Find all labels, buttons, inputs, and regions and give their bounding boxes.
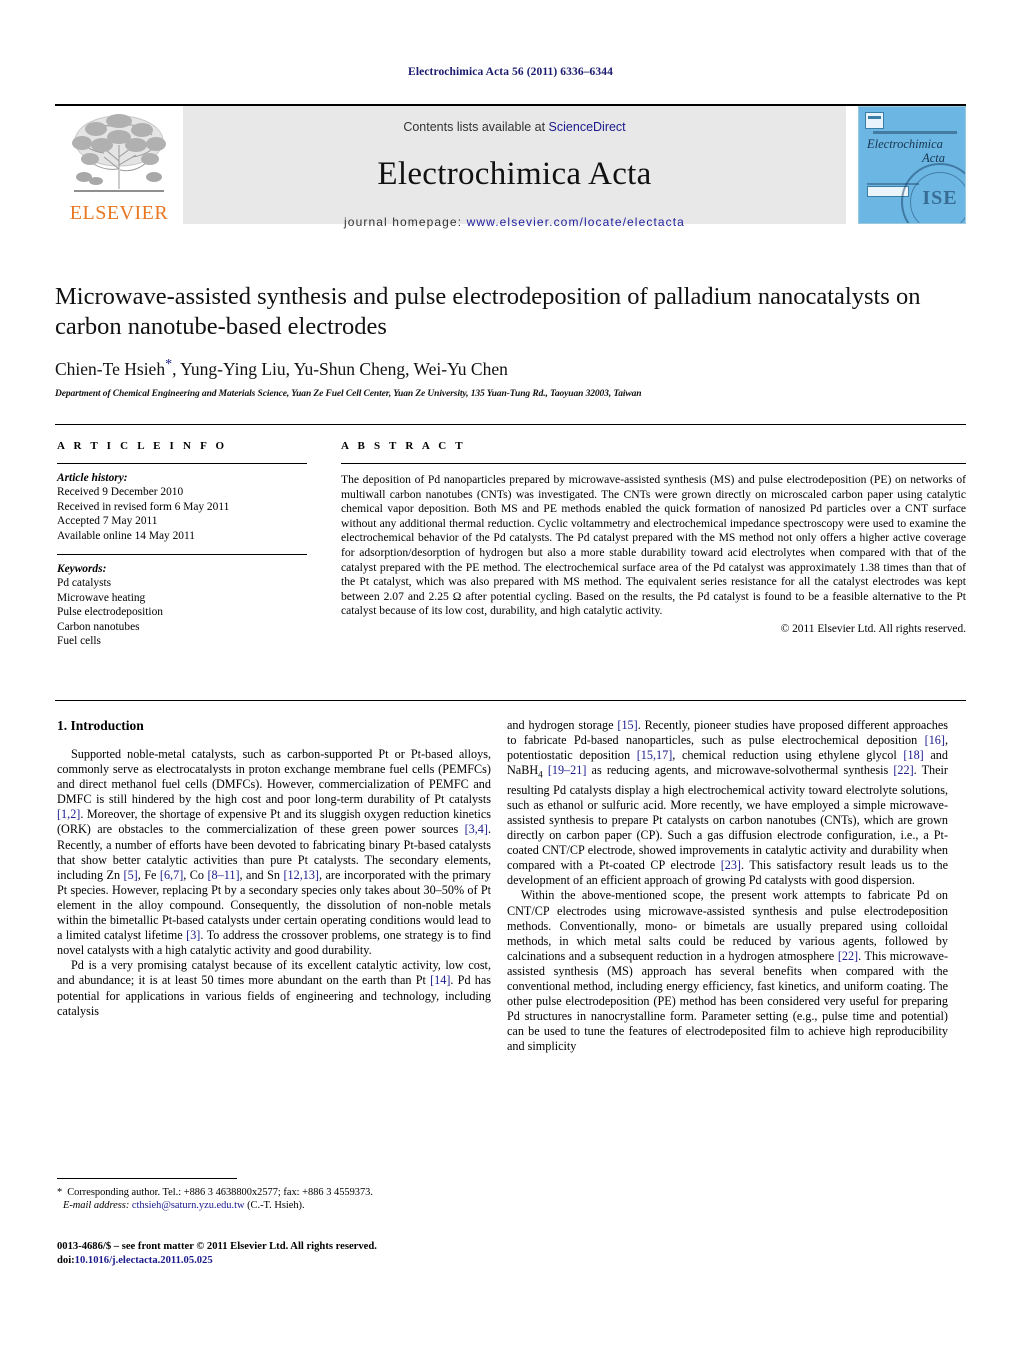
citation-ref[interactable]: [6,7] [160, 868, 183, 882]
elsevier-wordmark: ELSEVIER [69, 203, 169, 223]
article-info-column: A R T I C L E I N F O Article history: R… [57, 440, 307, 648]
journal-homepage-link[interactable]: www.elsevier.com/locate/electacta [467, 215, 685, 229]
abstract-copyright: © 2011 Elsevier Ltd. All rights reserved… [780, 622, 966, 635]
citation-ref[interactable]: [16] [925, 733, 945, 747]
citation-ref[interactable]: [15] [617, 718, 637, 732]
article-history-label: Article history: [57, 472, 128, 484]
keyword-item: Pd catalysts [57, 577, 112, 590]
sciencedirect-link[interactable]: ScienceDirect [549, 120, 626, 134]
body-top-rule [55, 700, 966, 701]
article-info-heading: A R T I C L E I N F O [57, 440, 228, 452]
keywords-label: Keywords: [57, 563, 107, 576]
journal-title: Electrochimica Acta [377, 156, 652, 192]
title-block: Microwave-assisted synthesis and pulse e… [55, 282, 955, 399]
cover-title-line1: Electrochimica [867, 137, 943, 151]
section-title-introduction: 1. Introduction [57, 718, 144, 733]
keyword-item: Fuel cells [57, 635, 101, 648]
author-corresponding: Chien-Te Hsieh [55, 358, 166, 379]
footnote-block: * Corresponding author. Tel.: +886 3 4638… [57, 1186, 497, 1212]
keywords-rule [57, 554, 307, 556]
affiliation: Department of Chemical Engineering and M… [55, 388, 642, 399]
doi-label: doi: [57, 1254, 75, 1266]
doi-line: doi:10.1016/j.electacta.2011.05.025 [57, 1254, 497, 1268]
citation-ref[interactable]: [22] [838, 949, 858, 963]
article-info-rule [57, 463, 307, 464]
abstract-rule [341, 463, 966, 464]
keyword-item: Pulse electrodeposition [57, 606, 163, 619]
cover-title: Electrochimica Acta [867, 137, 959, 165]
info-section-top-rule [55, 424, 966, 425]
journal-masthead: ELSEVIER Contents lists available at Sci… [55, 104, 966, 229]
email-note: E-mail address: cthsieh@saturn.yzu.edu.t… [57, 1199, 497, 1212]
contents-list-line: Contents lists available at ScienceDirec… [183, 120, 846, 134]
masthead-center: Contents lists available at ScienceDirec… [183, 106, 846, 229]
citation-ref[interactable]: [3] [186, 928, 200, 942]
cover-subtitle-line [873, 131, 957, 134]
citation-ref[interactable]: [19–21] [548, 763, 587, 777]
email-link[interactable]: cthsieh@saturn.yzu.edu.tw [132, 1200, 245, 1211]
doi-link[interactable]: 10.1016/j.electacta.2011.05.025 [75, 1255, 213, 1266]
author-list-rest: , Yung-Ying Liu, Yu-Shun Cheng, Wei-Yu C… [172, 358, 508, 379]
email-owner: (C.-T. Hsieh). [247, 1200, 305, 1211]
keywords-group: Keywords: Pd catalysts Microwave heating… [57, 562, 307, 648]
citation-ref[interactable]: [1,2] [57, 807, 80, 821]
citation-ref[interactable]: [3,4] [465, 822, 488, 836]
issn-copyright-block: 0013-4686/$ – see front matter © 2011 El… [57, 1240, 497, 1267]
front-matter-line: 0013-4686/$ – see front matter © 2011 El… [57, 1241, 377, 1252]
paper-title: Microwave-assisted synthesis and pulse e… [55, 283, 921, 340]
corresponding-author-text: Corresponding author. Tel.: +886 3 46388… [67, 1187, 373, 1198]
body-column-right: and hydrogen storage [15]. Recently, pio… [507, 718, 948, 1055]
citation-ref[interactable]: [14] [430, 973, 450, 987]
corresponding-author-note: * Corresponding author. Tel.: +886 3 4638… [57, 1186, 497, 1199]
keyword-item: Microwave heating [57, 591, 146, 604]
body-paragraph: Within the above-mentioned scope, the pr… [507, 888, 948, 1054]
citation-ref[interactable]: [23] [721, 858, 741, 872]
elsevier-tree-icon [72, 114, 166, 192]
citation-ref[interactable]: [22] [893, 763, 913, 777]
article-history-group: Article history: Received 9 December 201… [57, 471, 307, 543]
body-paragraph: Supported noble-metal catalysts, such as… [57, 747, 492, 958]
ise-seal-icon: ISE [901, 163, 965, 223]
journal-cover-thumbnail: Electrochimica Acta ISE [858, 106, 966, 224]
footnote-marker: * [57, 1187, 63, 1198]
homepage-label: journal homepage: [344, 215, 467, 229]
footnote-rule [57, 1178, 237, 1179]
citation-ref[interactable]: [5] [124, 868, 138, 882]
journal-homepage-line: journal homepage: www.elsevier.com/locat… [183, 215, 846, 229]
running-head: Electrochimica Acta 56 (2011) 6336–6344 [408, 66, 613, 78]
citation-ref[interactable]: [18] [903, 748, 923, 762]
journal-article-page: Electrochimica Acta 56 (2011) 6336–6344 [0, 0, 1021, 1351]
history-item: Received 9 December 2010 [57, 486, 184, 499]
body-column-left: 1. Introduction Supported noble-metal ca… [57, 718, 491, 1019]
history-item: Accepted 7 May 2011 [57, 515, 158, 528]
citation-ref[interactable]: [8–11] [207, 868, 239, 882]
author-list: Chien-Te Hsieh*, Yung-Ying Liu, Yu-Shun … [55, 357, 955, 380]
ise-seal-label: ISE [922, 187, 958, 209]
elsevier-logo: ELSEVIER [55, 106, 183, 224]
history-item: Received in revised form 6 May 2011 [57, 500, 230, 513]
contents-prefix: Contents lists available at [403, 120, 549, 134]
email-label: E-mail address: [63, 1200, 130, 1211]
abstract-text: The deposition of Pd nanoparticles prepa… [341, 473, 966, 618]
history-item: Available online 14 May 2011 [57, 529, 195, 542]
abstract-column: A B S T R A C T The deposition of Pd nan… [341, 440, 966, 635]
body-paragraph: and hydrogen storage [15]. Recently, pio… [507, 718, 948, 888]
citation-ref[interactable]: [15,17] [637, 748, 673, 762]
cover-elsevier-mark-icon [865, 112, 884, 129]
body-paragraph: Pd is a very promising catalyst because … [57, 958, 491, 1018]
citation-ref[interactable]: [12,13] [283, 868, 319, 882]
abstract-heading: A B S T R A C T [341, 440, 466, 452]
keyword-item: Carbon nanotubes [57, 620, 140, 633]
